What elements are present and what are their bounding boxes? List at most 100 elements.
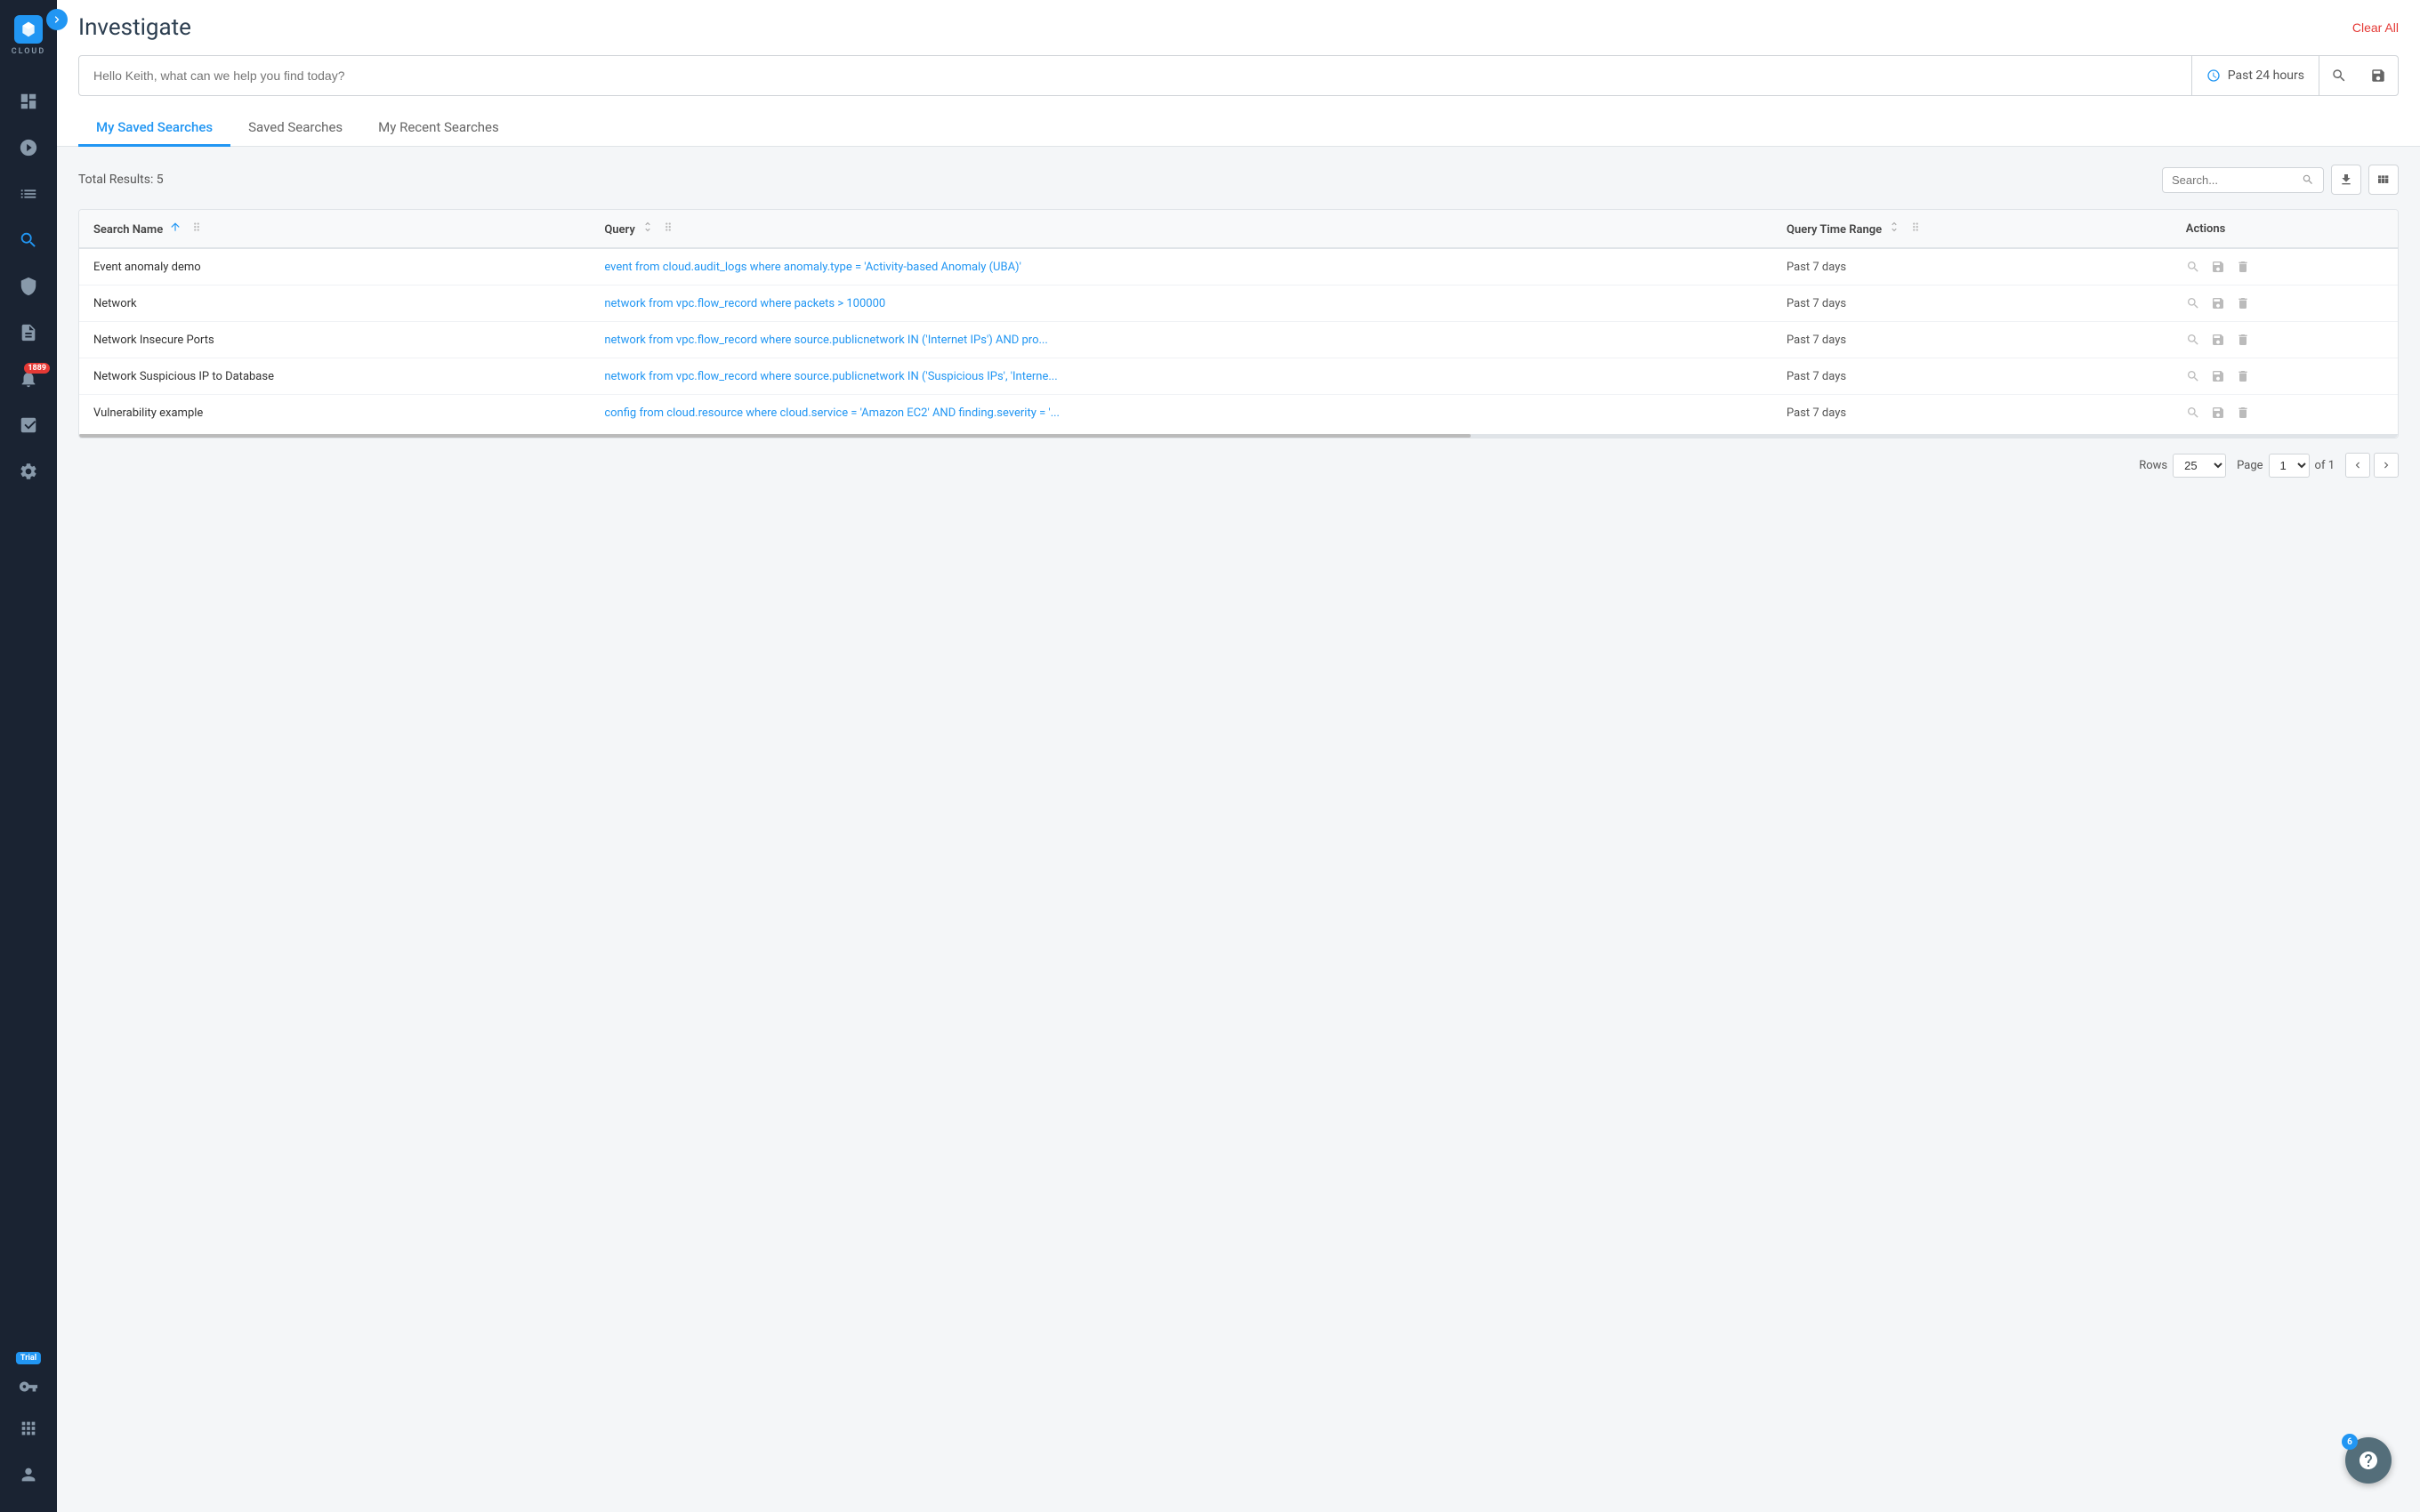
sidebar-item-trial[interactable]: Trial [0,1359,57,1405]
save-icon-0[interactable] [2211,260,2225,274]
save-icon-3[interactable] [2211,369,2225,383]
sidebar-item-compliance[interactable] [0,402,57,448]
main-content: Investigate Clear All Past 24 hours [57,0,2420,1512]
table-row: Vulnerability example config from cloud.… [79,395,2398,431]
cell-time-range-1: Past 7 days [1772,286,2172,322]
results-actions [2162,165,2399,195]
columns-button[interactable] [2368,165,2399,195]
search-bar: Past 24 hours [78,55,2399,96]
sort-icon-timerange [1888,221,1900,233]
logo-text: CLOUD [12,47,45,56]
cell-actions-2 [2172,322,2398,358]
trial-badge: Trial [16,1352,41,1364]
time-filter[interactable]: Past 24 hours [2191,56,2319,95]
page-select-input[interactable]: 1 [2269,454,2310,478]
sidebar-item-integrations[interactable] [0,1405,57,1452]
rows-selector: Rows 25 50 100 [2139,454,2226,478]
sidebar-toggle[interactable] [46,9,68,30]
tab-my-saved-searches[interactable]: My Saved Searches [78,110,230,147]
col-query[interactable]: Query [590,210,1772,248]
scroll-thumb [79,434,1471,438]
query-link-1[interactable]: network from vpc.flow_record where packe… [604,297,885,310]
tab-saved-searches[interactable]: Saved Searches [230,110,360,147]
save-search-button[interactable] [2359,56,2398,95]
sidebar-nav: 1889 [0,71,57,1359]
sidebar-item-dashboard[interactable] [0,78,57,125]
table-row: Event anomaly demo event from cloud.audi… [79,248,2398,286]
page-selector: Page 1 of 1 [2237,454,2335,478]
save-icon-2[interactable] [2211,333,2225,347]
search-button[interactable] [2319,56,2359,95]
table-scroll-area[interactable]: Search Name Query [79,210,2398,434]
delete-icon-3[interactable] [2236,369,2250,383]
table-row: Network network from vpc.flow_record whe… [79,286,2398,322]
download-button[interactable] [2331,165,2361,195]
cell-search-name-0: Event anomaly demo [79,248,590,286]
cell-search-name-2: Network Insecure Ports [79,322,590,358]
prev-page-button[interactable] [2345,453,2370,478]
sidebar-item-settings[interactable] [0,448,57,495]
filter-search-box [2162,167,2324,193]
cell-query-4: config from cloud.resource where cloud.s… [590,395,1772,431]
query-link-3[interactable]: network from vpc.flow_record where sourc… [604,370,1057,383]
col-query-time-range[interactable]: Query Time Range [1772,210,2172,248]
tabs: My Saved Searches Saved Searches My Rece… [78,110,2399,146]
sidebar-item-profile[interactable] [0,1452,57,1498]
query-link-0[interactable]: event from cloud.audit_logs where anomal… [604,261,1021,274]
delete-icon-4[interactable] [2236,406,2250,420]
drag-icon-name [190,221,203,233]
app-logo[interactable]: CLOUD [0,0,57,71]
results-table: Search Name Query [79,210,2398,430]
delete-icon-0[interactable] [2236,260,2250,274]
main-search-input[interactable] [79,58,2191,93]
run-search-icon-3[interactable] [2186,369,2200,383]
alerts-badge: 1889 [24,363,50,374]
save-icon-4[interactable] [2211,406,2225,420]
sidebar-item-list[interactable] [0,171,57,217]
drag-icon-timerange [1909,221,1922,233]
run-search-icon-1[interactable] [2186,296,2200,310]
results-count: Total Results: 5 [78,173,164,187]
run-search-icon-4[interactable] [2186,406,2200,420]
col-actions: Actions [2172,210,2398,248]
sidebar-item-shield[interactable] [0,263,57,310]
delete-icon-2[interactable] [2236,333,2250,347]
sidebar-item-investigate[interactable] [0,217,57,263]
rows-select-input[interactable]: 25 50 100 [2173,454,2226,478]
cell-actions-4 [2172,395,2398,431]
col-search-name[interactable]: Search Name [79,210,590,248]
pagination-nav [2345,453,2399,478]
search-actions [2319,56,2398,95]
page-label: Page [2237,459,2263,472]
cell-actions-3 [2172,358,2398,395]
cell-time-range-3: Past 7 days [1772,358,2172,395]
query-link-4[interactable]: config from cloud.resource where cloud.s… [604,406,1060,420]
cell-search-name-4: Vulnerability example [79,395,590,431]
run-search-icon-2[interactable] [2186,333,2200,347]
cell-query-1: network from vpc.flow_record where packe… [590,286,1772,322]
tab-my-recent-searches[interactable]: My Recent Searches [360,110,517,147]
sidebar-bottom: Trial [0,1359,57,1512]
rows-label: Rows [2139,459,2167,472]
cell-actions-0 [2172,248,2398,286]
sidebar-item-reports[interactable] [0,310,57,356]
scroll-indicator [79,434,2398,438]
help-button[interactable]: 6 [2345,1437,2392,1484]
logo-icon [14,15,43,44]
cell-time-range-4: Past 7 days [1772,395,2172,431]
sidebar-item-activity[interactable] [0,125,57,171]
query-link-2[interactable]: network from vpc.flow_record where sourc… [604,334,1047,347]
filter-input[interactable] [2172,173,2296,187]
save-icon-1[interactable] [2211,296,2225,310]
run-search-icon-0[interactable] [2186,260,2200,274]
sidebar-item-alerts[interactable]: 1889 [0,356,57,402]
next-page-button[interactable] [2374,453,2399,478]
content-area: Total Results: 5 [57,147,2420,1512]
delete-icon-1[interactable] [2236,296,2250,310]
cell-time-range-0: Past 7 days [1772,248,2172,286]
results-table-container: Search Name Query [78,209,2399,438]
drag-icon-query [662,221,674,233]
page-title: Investigate [78,14,191,41]
cell-actions-1 [2172,286,2398,322]
clear-all-button[interactable]: Clear All [2352,20,2399,35]
